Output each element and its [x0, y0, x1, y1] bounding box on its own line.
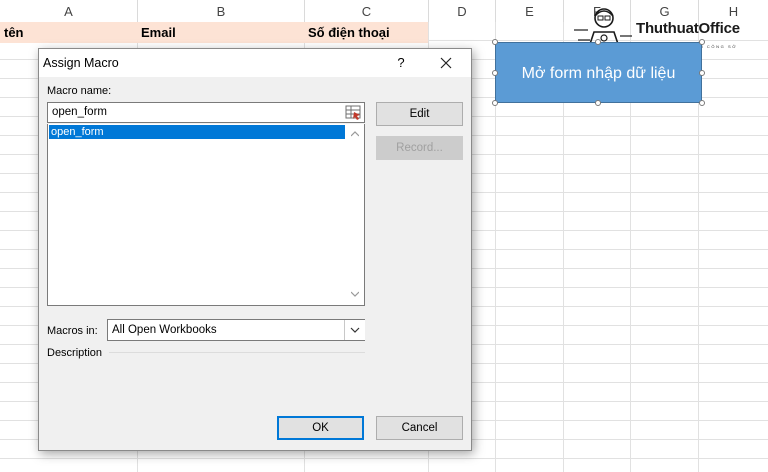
resize-handle-top-left[interactable]	[492, 39, 498, 45]
resize-handle-bottom[interactable]	[595, 100, 601, 106]
description-divider	[109, 352, 365, 353]
macro-list[interactable]: open_form	[47, 124, 365, 306]
macro-name-input[interactable]: open_form	[47, 102, 365, 123]
resize-handle-bottom-right[interactable]	[699, 100, 705, 106]
table-header-row: tên Email Số điện thoại	[0, 22, 428, 43]
resize-handle-left[interactable]	[492, 70, 498, 76]
dialog-titlebar[interactable]: Assign Macro ?	[39, 49, 471, 77]
close-icon[interactable]	[435, 52, 457, 74]
cancel-button[interactable]: Cancel	[376, 416, 463, 440]
header-cell-phone[interactable]: Số điện thoại	[308, 22, 390, 43]
help-button[interactable]: ?	[391, 53, 411, 73]
macro-list-item[interactable]: open_form	[49, 125, 345, 139]
macros-in-label: Macros in:	[47, 325, 98, 337]
list-scrollbar[interactable]	[346, 124, 364, 305]
resize-handle-right[interactable]	[699, 70, 705, 76]
macro-shape-button[interactable]: Mở form nhập dữ liệu	[495, 42, 702, 103]
resize-handle-bottom-left[interactable]	[492, 100, 498, 106]
macros-in-dropdown[interactable]: All Open Workbooks	[107, 319, 365, 341]
resize-handle-top-right[interactable]	[699, 39, 705, 45]
chevron-down-icon[interactable]	[351, 290, 359, 298]
macro-name-label: Macro name:	[47, 85, 112, 97]
column-header-e[interactable]: E	[496, 0, 564, 22]
column-header-c[interactable]: C	[305, 0, 429, 22]
column-header-d[interactable]: D	[429, 0, 496, 22]
column-header-a[interactable]: A	[0, 0, 138, 22]
resize-handle-top[interactable]	[595, 39, 601, 45]
ok-button[interactable]: OK	[277, 416, 364, 440]
header-cell-email[interactable]: Email	[141, 22, 176, 43]
dropdown-chevron-icon[interactable]	[344, 320, 365, 340]
assign-macro-dialog: Assign Macro ? Macro name: open_form ope…	[38, 48, 472, 451]
dialog-title: Assign Macro	[43, 56, 119, 70]
collapse-dialog-icon[interactable]	[343, 103, 364, 122]
header-cell-name[interactable]: tên	[4, 22, 24, 43]
logo-wordmark: ThuthuatOffice	[636, 20, 740, 37]
description-label: Description	[47, 347, 103, 359]
column-header-b[interactable]: B	[138, 0, 305, 22]
edit-button[interactable]: Edit	[376, 102, 463, 126]
chevron-up-icon[interactable]	[351, 130, 359, 138]
record-button[interactable]: Record...	[376, 136, 463, 160]
